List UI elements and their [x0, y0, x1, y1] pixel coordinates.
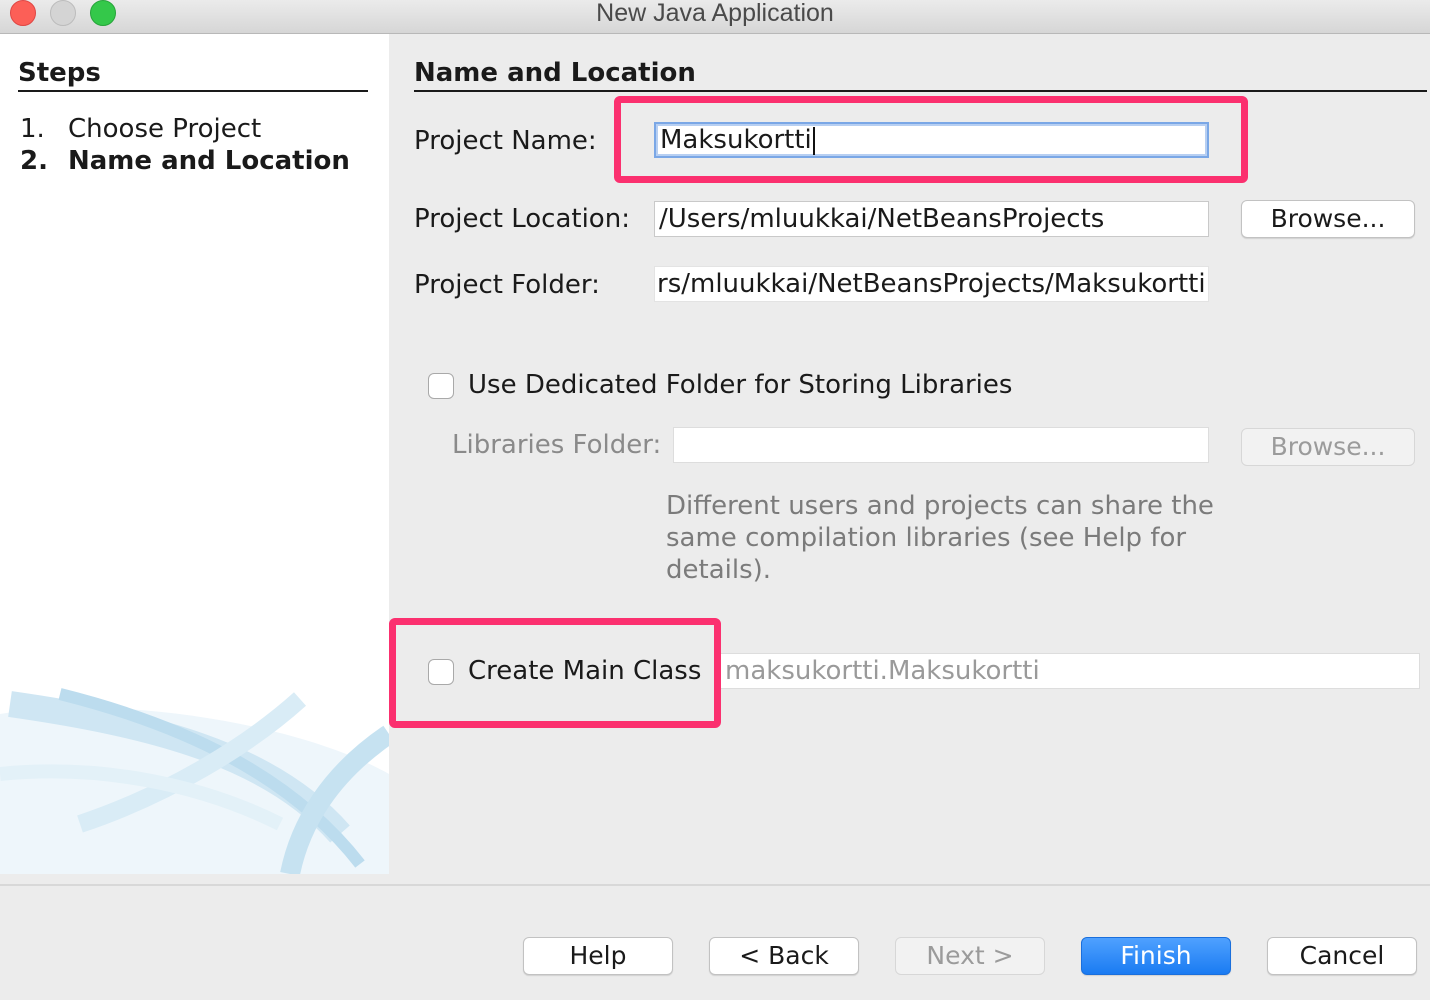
project-folder-label: Project Folder: [414, 270, 600, 300]
netbeans-swoosh-graphic [0, 688, 389, 874]
title-bar: New Java Application [0, 0, 1430, 34]
browse-libraries-button[interactable]: Browse... [1241, 428, 1415, 466]
highlight-create-main-class [389, 618, 721, 728]
project-location-input[interactable]: /Users/mluukkai/NetBeansProjects [654, 201, 1209, 237]
project-location-label: Project Location: [414, 204, 630, 234]
project-name-label: Project Name: [414, 126, 597, 156]
step-choose-project: 1. Choose Project [20, 114, 261, 144]
libraries-folder-label: Libraries Folder: [452, 430, 662, 460]
window-title: New Java Application [596, 0, 834, 27]
libraries-folder-input[interactable] [673, 427, 1209, 463]
name-and-location-panel: Name and Location Project Name: Maksukor… [389, 34, 1430, 884]
button-bar-separator [0, 884, 1430, 886]
project-folder-field[interactable]: rs/mluukkai/NetBeansProjects/Maksukortti [654, 266, 1209, 302]
dedicated-folder-checkbox[interactable] [428, 373, 454, 399]
next-button[interactable]: Next > [895, 937, 1045, 975]
step-number: 1. [20, 114, 45, 144]
dedicated-folder-label[interactable]: Use Dedicated Folder for Storing Librari… [468, 370, 1012, 400]
step-number: 2. [20, 146, 48, 176]
highlight-project-name [614, 96, 1248, 183]
cancel-button[interactable]: Cancel [1267, 937, 1417, 975]
browse-location-button[interactable]: Browse... [1241, 200, 1415, 238]
step-name-and-location: 2. Name and Location [20, 146, 350, 176]
help-button[interactable]: Help [523, 937, 673, 975]
main-class-input[interactable]: maksukortti.Maksukortti [720, 653, 1420, 689]
panel-heading: Name and Location [414, 58, 1427, 92]
steps-pane: Steps 1. Choose Project 2. Name and Locati… [0, 34, 389, 874]
libraries-help-text: Different users and projects can share t… [666, 491, 1214, 585]
back-button[interactable]: < Back [709, 937, 859, 975]
finish-button[interactable]: Finish [1081, 937, 1231, 975]
step-label: Name and Location [68, 146, 350, 176]
step-label: Choose Project [68, 114, 262, 144]
steps-heading: Steps [18, 58, 368, 92]
